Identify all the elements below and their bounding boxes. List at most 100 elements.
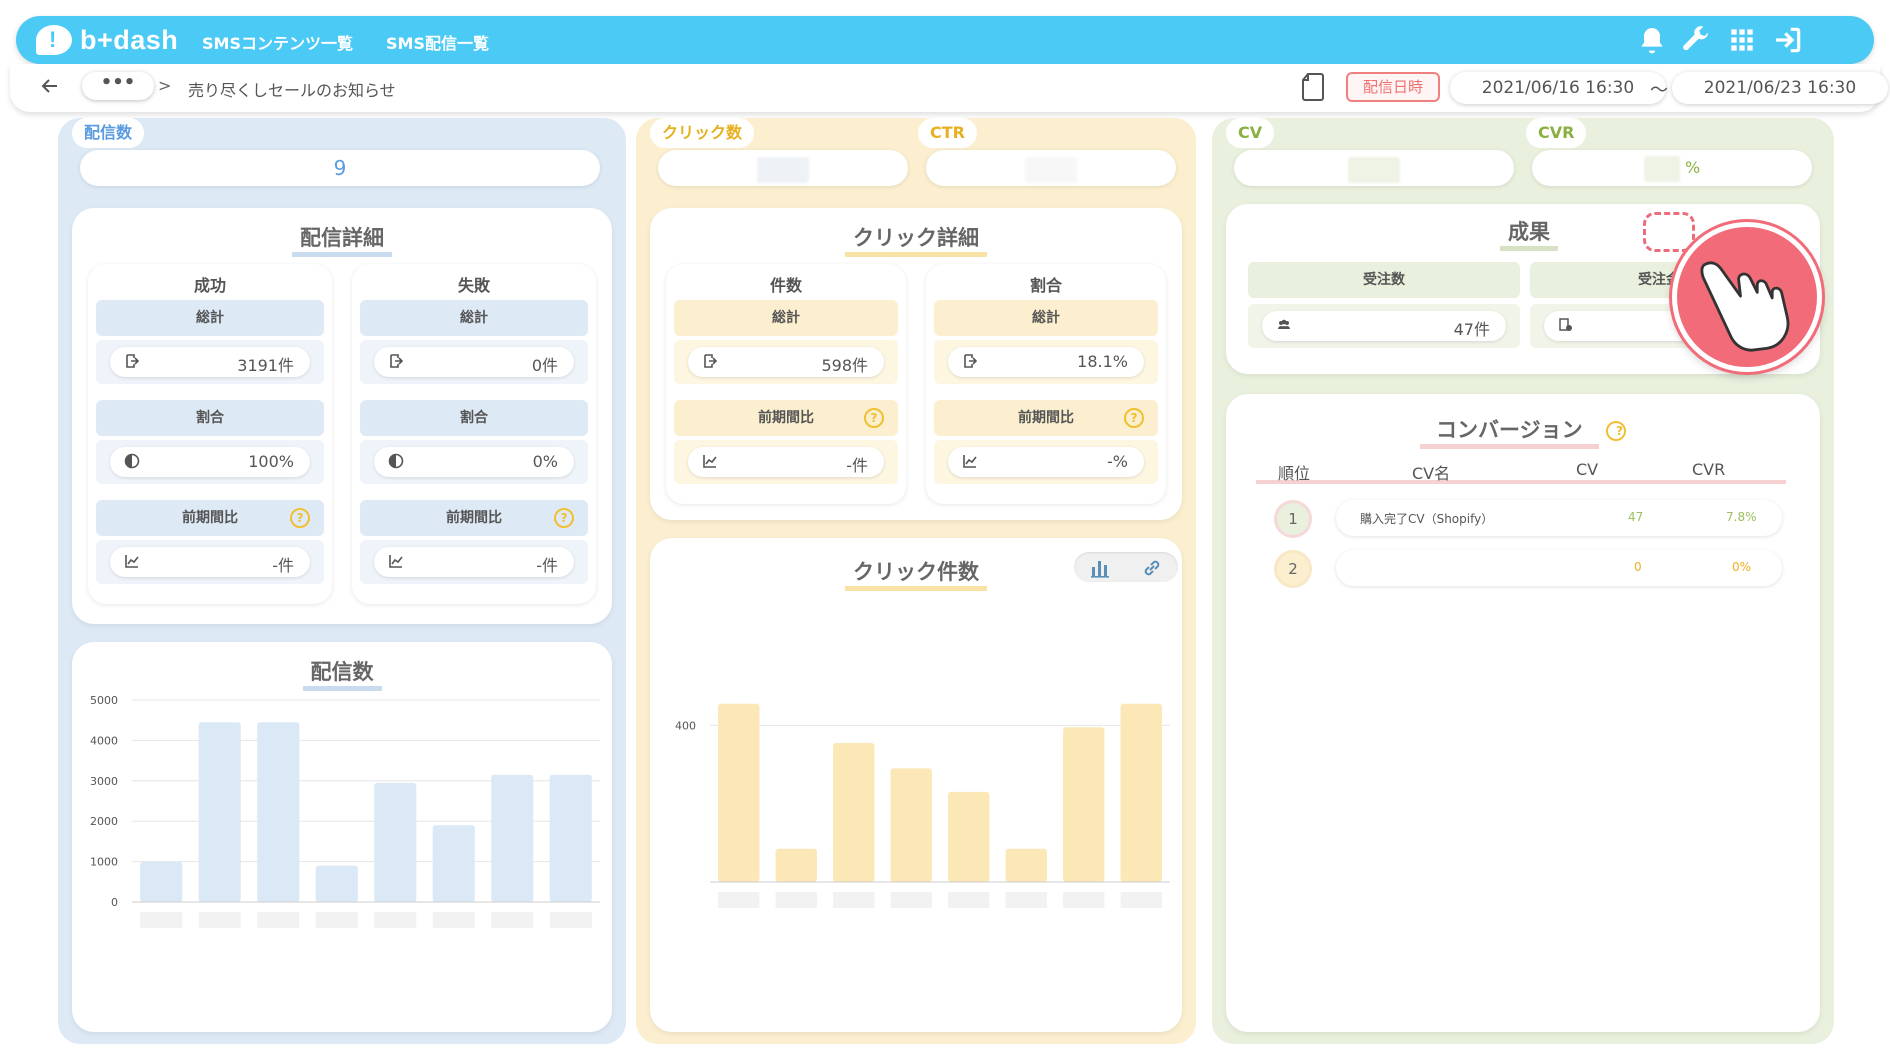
ctr-value — [926, 150, 1176, 186]
success-heading: 成功 — [193, 276, 226, 295]
success-total-slot: 3191件 — [96, 340, 324, 384]
help-icon[interactable]: ? — [864, 408, 884, 428]
failure-ratio-value: 0% — [532, 452, 558, 471]
delivery-count-value: 9 — [80, 150, 600, 186]
chart-bar[interactable] — [432, 825, 475, 902]
chart-bar[interactable] — [374, 782, 417, 902]
x-tick-label-redacted — [890, 892, 932, 908]
col-cv: CV — [1576, 460, 1599, 479]
chart-bar[interactable] — [257, 722, 300, 902]
trend-icon — [962, 453, 980, 471]
x-tick-label-redacted — [315, 912, 358, 928]
chart-bar[interactable] — [833, 742, 875, 882]
conversion-row[interactable]: 0 0% — [1336, 550, 1782, 586]
click-count-tag: クリック数 — [650, 118, 755, 148]
conversion-cvr: 0% — [1732, 560, 1752, 574]
x-tick-label-redacted — [948, 892, 990, 908]
cvr-value: % — [1532, 150, 1812, 186]
bell-icon[interactable] — [1636, 24, 1668, 56]
failure-compare-slot: -件 — [360, 540, 588, 584]
failure-total-slot: 0件 — [360, 340, 588, 384]
money-icon — [1558, 317, 1576, 335]
click-count-card: 件数 総計 598件 前期間比? -件 — [666, 264, 906, 504]
x-tick-label-redacted — [1005, 892, 1047, 908]
col-cvr: CVR — [1692, 460, 1726, 479]
chart-bar[interactable] — [549, 774, 592, 902]
chart-bar[interactable] — [198, 722, 241, 902]
delivery-count-tag: 配信数 — [72, 118, 145, 148]
failure-ratio-slot: 0% — [360, 440, 588, 484]
nav-sms-contents[interactable]: SMSコンテンツ一覧 — [202, 30, 353, 54]
grid-icon[interactable] — [1726, 24, 1758, 56]
chart-bar[interactable] — [1005, 848, 1047, 882]
breadcrumb-more-button[interactable]: ••• — [82, 72, 154, 100]
chart-bar[interactable] — [1120, 703, 1162, 882]
click-detail-title: クリック詳細 — [650, 222, 1182, 257]
chart-bar[interactable] — [491, 774, 534, 902]
orders-slot: 47件 — [1248, 304, 1520, 348]
chart-bar[interactable] — [890, 768, 932, 882]
x-tick-label-redacted — [1063, 892, 1105, 908]
chart-bar[interactable] — [1063, 727, 1105, 882]
ratio-compare-label: 前期間比? — [934, 400, 1158, 436]
pie-icon — [124, 453, 142, 471]
help-icon[interactable]: ? — [290, 508, 310, 528]
people-icon — [1276, 317, 1294, 335]
ratio-compare-slot: -% — [934, 440, 1158, 484]
col-rank: 順位 — [1278, 464, 1311, 483]
success-ratio-slot: 100% — [96, 440, 324, 484]
nav-sms-deliveries[interactable]: SMS配信一覧 — [386, 30, 489, 54]
help-icon[interactable]: ? — [1124, 408, 1144, 428]
failure-total-value: 0件 — [531, 356, 558, 375]
click-chart-card: クリック件数 400 — [650, 538, 1182, 1032]
x-tick-label-redacted — [718, 892, 760, 908]
x-tick-label-redacted — [198, 912, 241, 928]
conversion-cvr: 7.8% — [1726, 510, 1757, 524]
failure-ratio-label: 割合 — [360, 400, 588, 436]
chart-bar[interactable] — [140, 861, 183, 902]
delivery-count-number: 9 — [333, 156, 347, 180]
redacted-block — [1348, 156, 1400, 183]
click-compare-label: 前期間比? — [674, 400, 898, 436]
date-from-field[interactable]: 2021/06/16 16:30 — [1450, 72, 1666, 104]
chart-bar[interactable] — [775, 848, 817, 882]
col-cv-name: CV名 — [1412, 464, 1451, 483]
wrench-icon[interactable] — [1680, 24, 1712, 56]
help-icon[interactable]: ? — [1605, 421, 1626, 441]
conversion-name: 購入完了CV（Shopify） — [1360, 512, 1494, 526]
redacted-block — [757, 156, 809, 183]
click-detail-card: クリック詳細 件数 総計 598件 前期間比? -件 割合 総計 18.1% 前… — [650, 208, 1182, 520]
failure-compare-label: 前期間比? — [360, 500, 588, 536]
chart-bar[interactable] — [948, 791, 990, 882]
click-panel: クリック数 CTR クリック詳細 件数 総計 598件 前期間比? -件 割合 … — [636, 118, 1196, 1044]
delivery-panel: 配信数 9 配信詳細 成功 総計 3191件 割合 100% 前期間比? -件 … — [58, 118, 626, 1044]
delivery-bar-chart: 0 1000 2000 3000 4000 5000 — [90, 694, 600, 928]
document-icon[interactable] — [1300, 72, 1326, 102]
date-to-field[interactable]: 2021/06/23 16:30 — [1672, 72, 1888, 104]
y-tick-label: 0 — [111, 896, 118, 909]
conversion-row[interactable]: 購入完了CV（Shopify） 47 7.8% — [1336, 500, 1782, 536]
click-total-label: 総計 — [674, 300, 898, 336]
failure-compare-value: -件 — [536, 556, 558, 575]
x-tick-label-redacted — [549, 912, 592, 928]
click-total-slot: 598件 — [674, 340, 898, 384]
back-arrow-icon[interactable] — [38, 74, 62, 98]
logo-text: b+dash — [80, 24, 179, 55]
failure-heading: 失敗 — [457, 276, 490, 295]
orders-label: 受注数 — [1248, 262, 1520, 298]
conversion-cv: 0 — [1634, 560, 1642, 574]
trend-icon — [388, 553, 406, 571]
y-tick-label: 4000 — [90, 734, 118, 747]
x-tick-label-redacted — [491, 912, 534, 928]
x-tick-label-redacted — [833, 892, 875, 908]
chart-bar[interactable] — [315, 865, 358, 902]
success-ratio-label: 割合 — [96, 400, 324, 436]
click-compare-slot: -件 — [674, 440, 898, 484]
help-icon[interactable]: ? — [554, 508, 574, 528]
chart-bar[interactable] — [718, 703, 760, 882]
click-total-value: 598件 — [821, 356, 868, 375]
breadcrumb-separator: > — [158, 76, 172, 95]
bdash-logo[interactable]: b+dash — [36, 22, 178, 58]
logout-icon[interactable] — [1772, 24, 1804, 56]
cv-value — [1234, 150, 1514, 186]
